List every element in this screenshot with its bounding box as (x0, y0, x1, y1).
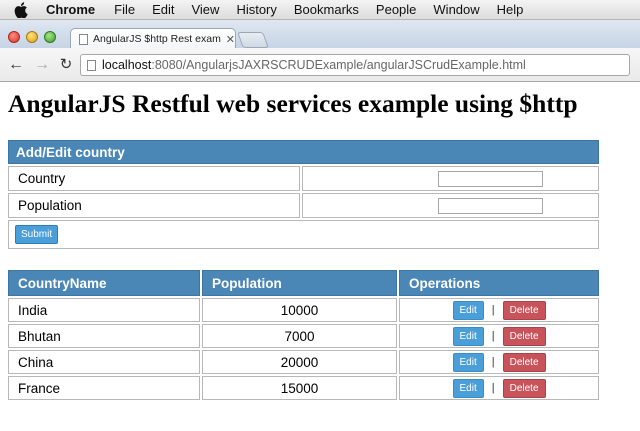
operations-cell: Edit | Delete (399, 324, 599, 348)
page-icon (87, 59, 96, 71)
page-icon (79, 33, 88, 45)
country-name-cell: Bhutan (8, 324, 200, 348)
delete-button[interactable]: Delete (502, 352, 546, 372)
edit-button[interactable]: Edit (452, 300, 484, 320)
population-input-cell (302, 193, 599, 218)
browser-toolbar: ← → ↻ localhost:8080/AngularjsJAXRSCRUDE… (0, 48, 640, 82)
minimize-window-button[interactable] (26, 31, 38, 43)
country-name-cell: France (8, 376, 200, 400)
separator: | (491, 381, 495, 394)
table-row: Bhutan 7000 Edit | Delete (8, 324, 599, 348)
column-header-population: Population (202, 270, 397, 296)
back-arrow-icon[interactable]: ← (6, 55, 26, 75)
table-row: China 20000 Edit | Delete (8, 350, 599, 374)
population-cell: 10000 (202, 298, 397, 322)
separator: | (491, 329, 495, 342)
operations-cell: Edit | Delete (399, 298, 599, 322)
population-cell: 15000 (202, 376, 397, 400)
menu-window[interactable]: Window (433, 2, 479, 17)
population-input[interactable] (438, 198, 543, 214)
menu-view[interactable]: View (191, 2, 219, 17)
menu-edit[interactable]: Edit (152, 2, 174, 17)
country-input-cell (302, 166, 599, 191)
tab-title: AngularJS $http Rest example (93, 33, 221, 45)
country-table: CountryName Population Operations India … (6, 268, 601, 402)
table-row: India 10000 Edit | Delete (8, 298, 599, 322)
browser-tab[interactable]: AngularJS $http Rest example ✕ (70, 28, 236, 49)
form-header: Add/Edit country (8, 140, 599, 164)
reload-icon[interactable]: ↻ (56, 55, 76, 75)
zoom-window-button[interactable] (44, 31, 56, 43)
menu-bar: Chrome File Edit View History Bookmarks … (0, 0, 640, 20)
menu-app-chrome[interactable]: Chrome (46, 2, 95, 17)
menu-bookmarks[interactable]: Bookmarks (294, 2, 359, 17)
delete-button[interactable]: Delete (502, 300, 546, 320)
edit-button[interactable]: Edit (452, 352, 484, 372)
url-host: localhost (102, 58, 152, 72)
population-cell: 20000 (202, 350, 397, 374)
separator: | (491, 355, 495, 368)
close-window-button[interactable] (8, 31, 20, 43)
edit-button[interactable]: Edit (452, 378, 484, 398)
menu-file[interactable]: File (114, 2, 135, 17)
country-input[interactable] (438, 171, 543, 187)
delete-button[interactable]: Delete (502, 378, 546, 398)
url-path: :8080/AngularjsJAXRSCRUDExample/angularJ… (151, 58, 526, 72)
submit-cell: Submit (8, 220, 599, 249)
menu-help[interactable]: Help (497, 2, 524, 17)
country-label: Country (8, 166, 300, 191)
new-tab-button[interactable] (237, 32, 269, 48)
add-edit-form: Add/Edit country Country Population Subm… (6, 138, 601, 251)
operations-cell: Edit | Delete (399, 376, 599, 400)
country-name-cell: China (8, 350, 200, 374)
apple-icon[interactable] (14, 1, 30, 18)
menu-history[interactable]: History (236, 2, 276, 17)
operations-cell: Edit | Delete (399, 350, 599, 374)
population-cell: 7000 (202, 324, 397, 348)
menu-people[interactable]: People (376, 2, 416, 17)
delete-button[interactable]: Delete (502, 326, 546, 346)
page-title: AngularJS Restful web services example u… (8, 89, 578, 118)
table-header-row: CountryName Population Operations (8, 270, 599, 296)
forward-arrow-icon[interactable]: → (32, 55, 52, 75)
address-bar[interactable]: localhost:8080/AngularjsJAXRSCRUDExample… (80, 54, 630, 76)
tab-strip: AngularJS $http Rest example ✕ (0, 20, 640, 49)
column-header-operations: Operations (399, 270, 599, 296)
column-header-countryname: CountryName (8, 270, 200, 296)
submit-button[interactable]: Submit (15, 225, 59, 244)
edit-button[interactable]: Edit (452, 326, 484, 346)
close-tab-icon[interactable]: ✕ (226, 33, 235, 46)
separator: | (491, 303, 495, 316)
population-label: Population (8, 193, 300, 218)
table-row: France 15000 Edit | Delete (8, 376, 599, 400)
country-name-cell: India (8, 298, 200, 322)
